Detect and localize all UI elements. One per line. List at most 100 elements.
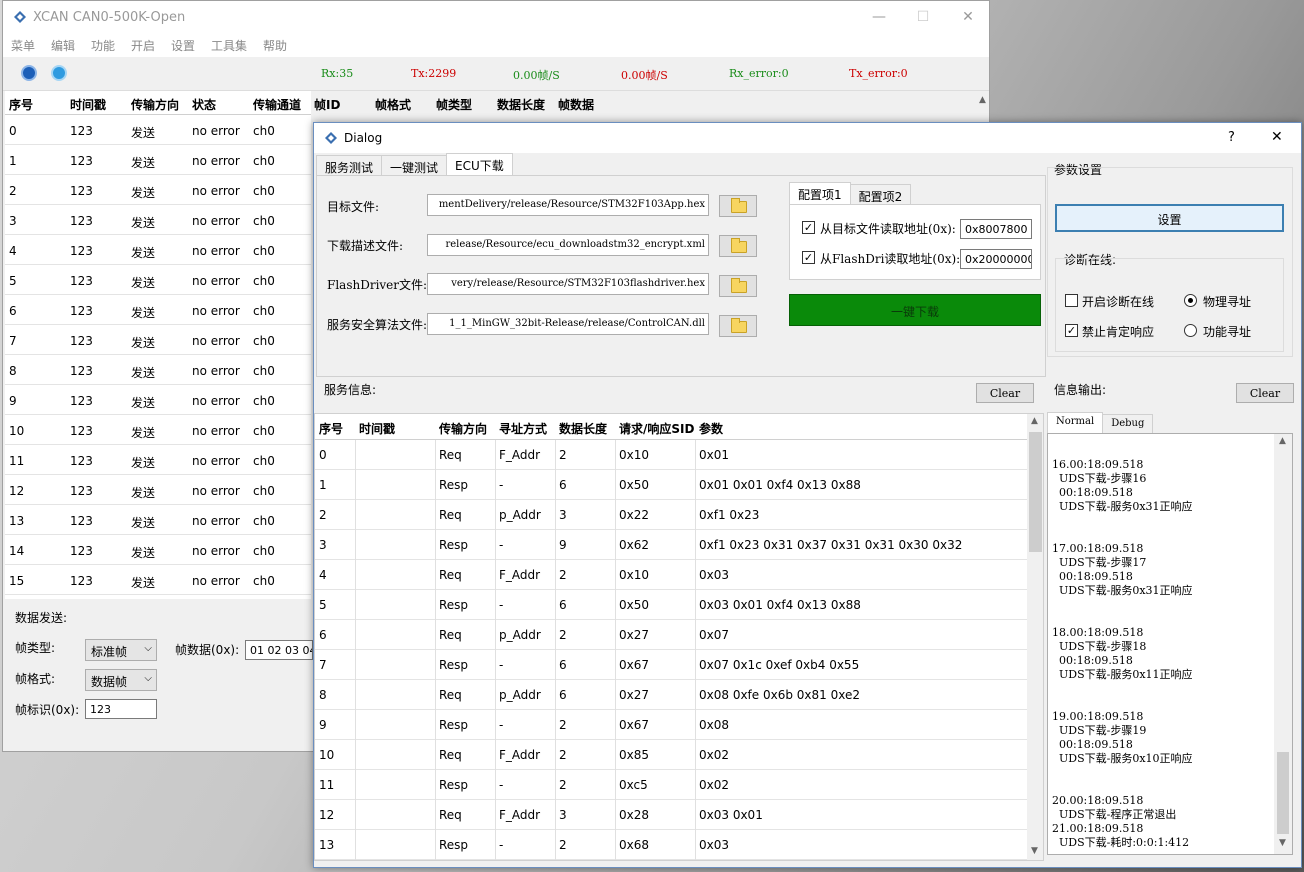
menu-item-open[interactable]: 开启	[131, 37, 155, 54]
table-row[interactable]: 10 Req F_Addr 2 0x85 0x02	[315, 740, 1027, 770]
tab-config-2[interactable]: 配置项2	[849, 184, 912, 204]
table-row[interactable]: 2 Req p_Addr 3 0x22 0xf1 0x23	[315, 500, 1027, 530]
browse-target-button[interactable]	[719, 195, 757, 217]
flashdri-addr-input[interactable]: 0x20000000	[960, 249, 1032, 269]
frame-id-input[interactable]: 123	[85, 699, 157, 719]
tab-one-click-test[interactable]: 一键测试	[381, 155, 448, 175]
flashdriver-input[interactable]: very/release/Resource/STM32F103flashdriv…	[427, 273, 709, 295]
browse-flashdriver-button[interactable]	[719, 275, 757, 297]
col-header[interactable]: 帧ID	[314, 96, 340, 113]
browse-security-button[interactable]	[719, 315, 757, 337]
download-desc-input[interactable]: release/Resource/ecu_downloadstm32_encry…	[427, 234, 709, 256]
browse-desc-button[interactable]	[719, 235, 757, 257]
tab-service-test[interactable]: 服务测试	[316, 155, 383, 175]
close-button[interactable]: ✕	[958, 7, 978, 27]
table-row[interactable]: 13 Resp - 2 0x68 0x03	[315, 830, 1027, 860]
menu-item-settings[interactable]: 设置	[171, 37, 195, 54]
output-scrollbar[interactable]: ▲ ▼	[1274, 434, 1292, 854]
col-header[interactable]: 时间戳	[359, 420, 395, 437]
maximize-button[interactable]: ☐	[913, 7, 933, 27]
col-header[interactable]: 传输方向	[439, 420, 487, 437]
table-row[interactable]: 1 Resp - 6 0x50 0x01 0x01 0xf4 0x13 0x88	[315, 470, 1027, 500]
table-row[interactable]: 5 123 发送 no error ch0	[5, 265, 311, 295]
table-row[interactable]: 0 Req F_Addr 2 0x10 0x01	[315, 440, 1027, 470]
tab-config-1[interactable]: 配置项1	[789, 182, 851, 204]
col-header[interactable]: 参数	[699, 420, 723, 437]
stop-icon[interactable]	[51, 65, 67, 81]
table-row[interactable]: 8 Req p_Addr 6 0x27 0x08 0xfe 0x6b 0x81 0xe2	[315, 680, 1027, 710]
table-row[interactable]: 3 123 发送 no error ch0	[5, 205, 311, 235]
table-row[interactable]: 10 123 发送 no error ch0	[5, 415, 311, 445]
diag-online-checkbox[interactable]	[1065, 294, 1078, 307]
scroll-up-icon[interactable]: ▲	[979, 95, 986, 105]
table-row[interactable]: 9 Resp - 2 0x67 0x08	[315, 710, 1027, 740]
col-header[interactable]: 序号	[9, 96, 33, 113]
table-row[interactable]: 11 123 发送 no error ch0	[5, 445, 311, 475]
col-header[interactable]: 时间戳	[70, 96, 106, 113]
col-header[interactable]: 寻址方式	[499, 420, 547, 437]
target-file-input[interactable]: mentDelivery/release/Resource/STM32F103A…	[427, 194, 709, 216]
dialog-close-button[interactable]: ✕	[1271, 129, 1283, 145]
menu-item-help[interactable]: 帮助	[263, 37, 287, 54]
frame-format-select[interactable]: 数据帧 ⌵	[85, 669, 157, 691]
table-row[interactable]: 3 Resp - 9 0x62 0xf1 0x23 0x31 0x37 0x31 0x31…	[315, 530, 1027, 560]
pause-icon[interactable]	[21, 65, 37, 81]
tab-debug[interactable]: Debug	[1102, 414, 1154, 434]
table-row[interactable]: 11 Resp - 2 0xc5 0x02	[315, 770, 1027, 800]
col-header[interactable]: 状态	[192, 96, 216, 113]
settings-button[interactable]: 设置	[1055, 204, 1284, 232]
table-row[interactable]: 9 123 发送 no error ch0	[5, 385, 311, 415]
col-header[interactable]: 帧数据	[558, 96, 594, 113]
col-header[interactable]: 数据长度	[559, 420, 607, 437]
physical-addr-radio[interactable]	[1184, 294, 1197, 307]
frame-type-select[interactable]: 标准帧 ⌵	[85, 639, 157, 661]
one-click-download-button[interactable]: 一键下载	[789, 294, 1041, 326]
table-row[interactable]: 1 123 发送 no error ch0	[5, 145, 311, 175]
minimize-button[interactable]: —	[869, 7, 889, 27]
scroll-down-icon[interactable]: ▼	[1031, 846, 1038, 856]
menu-item-menu[interactable]: 菜单	[11, 37, 35, 54]
col-header[interactable]: 数据长度	[497, 96, 545, 113]
scroll-down-icon[interactable]: ▼	[1279, 838, 1286, 848]
table-row[interactable]: 8 123 发送 no error ch0	[5, 355, 311, 385]
col-header[interactable]: 传输通道	[253, 96, 301, 113]
table-row[interactable]: 12 Req F_Addr 3 0x28 0x03 0x01	[315, 800, 1027, 830]
read-target-addr-checkbox[interactable]: ✓	[802, 221, 815, 234]
col-header[interactable]: 传输方向	[131, 96, 179, 113]
table-row[interactable]: 15 123 发送 no error ch0	[5, 565, 311, 595]
tab-ecu-download[interactable]: ECU下载	[446, 153, 513, 175]
menu-item-edit[interactable]: 编辑	[51, 37, 75, 54]
scroll-up-icon[interactable]: ▲	[1031, 416, 1038, 426]
col-header[interactable]: 序号	[319, 420, 343, 437]
table-row[interactable]: 14 123 发送 no error ch0	[5, 535, 311, 565]
col-header[interactable]: 帧类型	[436, 96, 472, 113]
clear-output-button[interactable]: Clear	[1236, 383, 1294, 403]
menu-item-function[interactable]: 功能	[91, 37, 115, 54]
table-row[interactable]: 5 Resp - 6 0x50 0x03 0x01 0xf4 0x13 0x88	[315, 590, 1027, 620]
tab-normal[interactable]: Normal	[1047, 412, 1104, 434]
table-row[interactable]: 6 Req p_Addr 2 0x27 0x07	[315, 620, 1027, 650]
scroll-up-icon[interactable]: ▲	[1279, 436, 1286, 446]
table-row[interactable]: 4 Req F_Addr 2 0x10 0x03	[315, 560, 1027, 590]
table-row[interactable]: 7 Resp - 6 0x67 0x07 0x1c 0xef 0xb4 0x55	[315, 650, 1027, 680]
security-algo-input[interactable]: 1_1_MinGW_32bit-Release/release/ControlC…	[427, 313, 709, 335]
scroll-thumb[interactable]	[1029, 432, 1042, 552]
col-header[interactable]: 帧格式	[375, 96, 411, 113]
functional-addr-radio[interactable]	[1184, 324, 1197, 337]
table-row[interactable]: 7 123 发送 no error ch0	[5, 325, 311, 355]
table-row[interactable]: 0 123 发送 no error ch0	[5, 115, 311, 145]
suppress-positive-checkbox[interactable]: ✓	[1065, 324, 1078, 337]
col-header[interactable]: 请求/响应SID	[619, 420, 694, 437]
frame-data-input[interactable]: 01 02 03 04	[245, 640, 313, 660]
table-row[interactable]: 2 123 发送 no error ch0	[5, 175, 311, 205]
table-row[interactable]: 4 123 发送 no error ch0	[5, 235, 311, 265]
help-button[interactable]: ?	[1228, 130, 1235, 145]
menu-item-tools[interactable]: 工具集	[211, 37, 247, 54]
table-row[interactable]: 13 123 发送 no error ch0	[5, 505, 311, 535]
scroll-thumb[interactable]	[1277, 752, 1289, 834]
clear-service-button[interactable]: Clear	[976, 383, 1034, 403]
target-addr-input[interactable]: 0x8007800	[960, 219, 1032, 239]
table-row[interactable]: 6 123 发送 no error ch0	[5, 295, 311, 325]
table-row[interactable]: 12 123 发送 no error ch0	[5, 475, 311, 505]
read-flashdri-addr-checkbox[interactable]: ✓	[802, 251, 815, 264]
